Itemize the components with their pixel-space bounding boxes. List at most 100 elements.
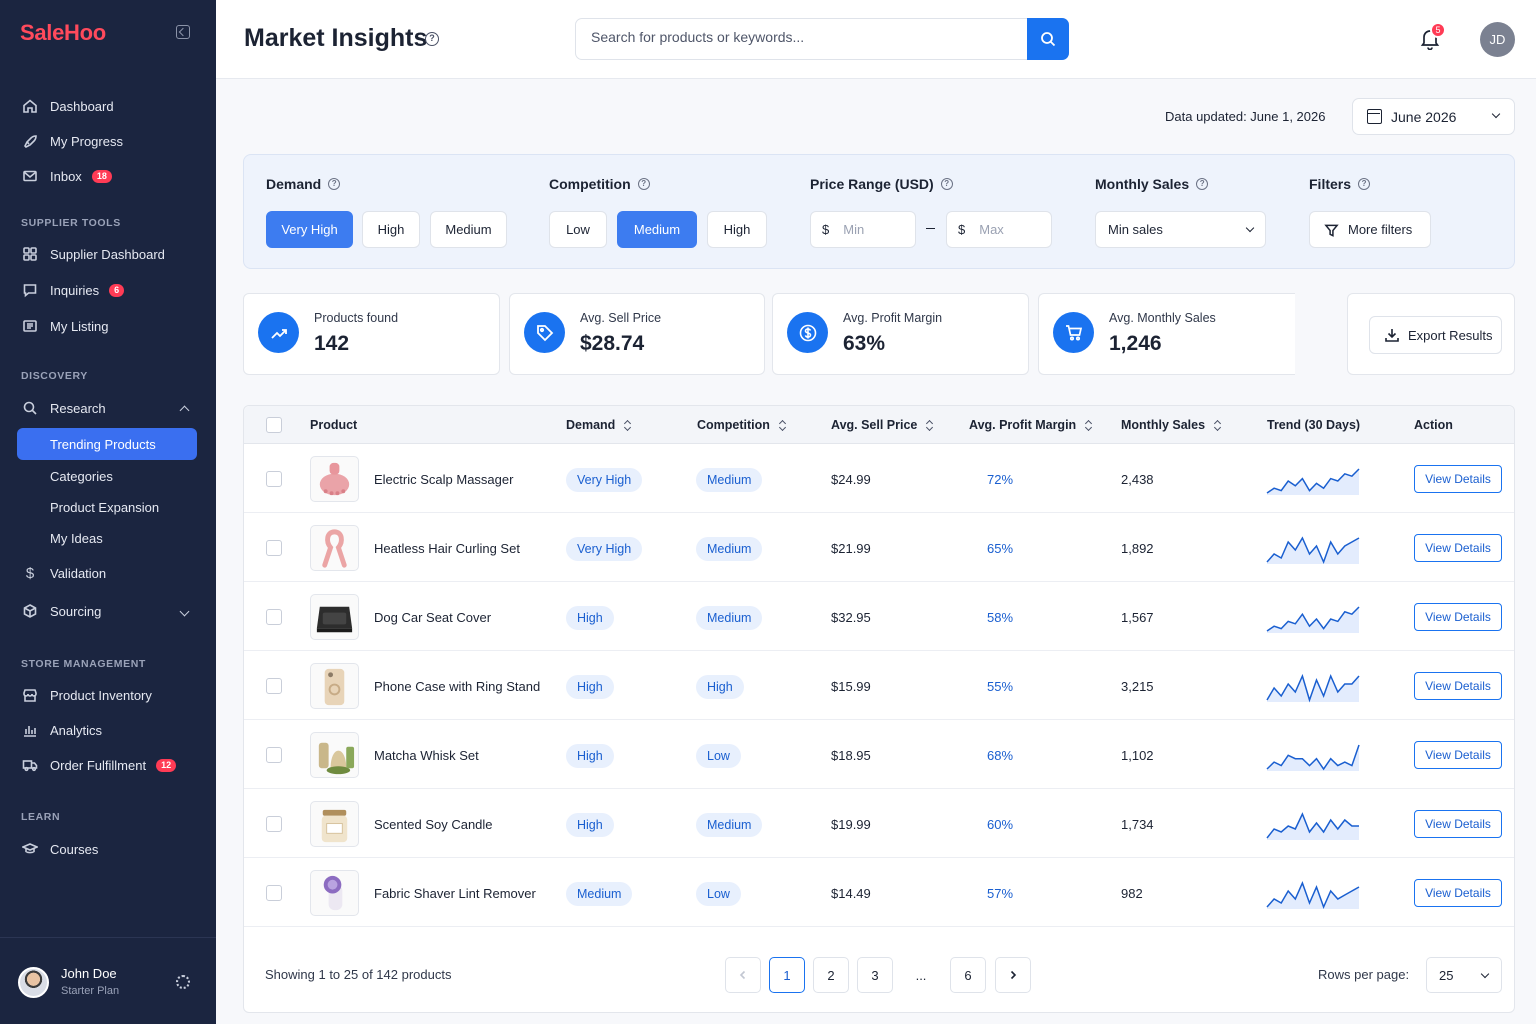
chevron-right-icon bbox=[1010, 970, 1017, 980]
row-checkbox[interactable] bbox=[266, 471, 282, 487]
help-icon[interactable]: ? bbox=[328, 178, 341, 190]
page-3-button[interactable]: 3 bbox=[857, 957, 893, 993]
view-details-button[interactable]: View Details bbox=[1414, 534, 1502, 562]
help-icon[interactable]: ? bbox=[425, 32, 439, 46]
nav-order-fulfillment[interactable]: Order Fulfillment 12 bbox=[16, 750, 198, 780]
nav-product-inventory[interactable]: Product Inventory bbox=[16, 680, 198, 710]
row-checkbox[interactable] bbox=[266, 747, 282, 763]
view-details-button[interactable]: View Details bbox=[1414, 603, 1502, 631]
nav-inquiries[interactable]: Inquiries 6 bbox=[16, 275, 198, 305]
export-results-button[interactable]: Export Results bbox=[1369, 316, 1502, 354]
user-profile[interactable]: John Doe Starter Plan bbox=[0, 937, 216, 1024]
nav-my-progress[interactable]: My Progress bbox=[16, 126, 198, 156]
page-1-button[interactable]: 1 bbox=[769, 957, 805, 993]
col-product: Product bbox=[310, 418, 357, 432]
col-avg-sell-price[interactable]: Avg. Sell Price bbox=[831, 418, 933, 432]
table-row[interactable]: Dog Car Seat Cover High Medium $32.95 58… bbox=[244, 582, 1514, 651]
box-icon bbox=[22, 603, 38, 619]
help-icon[interactable]: ? bbox=[1358, 178, 1371, 190]
search-button[interactable] bbox=[1027, 18, 1069, 60]
table-row[interactable]: Fabric Shaver Lint Remover Medium Low $1… bbox=[244, 858, 1514, 927]
row-checkbox[interactable] bbox=[266, 540, 282, 556]
trend-sparkline bbox=[1266, 468, 1360, 495]
currency-symbol: $ bbox=[958, 222, 966, 237]
row-checkbox[interactable] bbox=[266, 678, 282, 694]
demand-high-chip[interactable]: High bbox=[362, 211, 420, 248]
product-name[interactable]: Fabric Shaver Lint Remover bbox=[374, 886, 536, 901]
rows-per-page-select[interactable]: 25 bbox=[1426, 957, 1502, 993]
view-details-button[interactable]: View Details bbox=[1414, 465, 1502, 493]
more-filters-button[interactable]: More filters bbox=[1309, 211, 1431, 248]
col-avg-profit-margin[interactable]: Avg. Profit Margin bbox=[969, 418, 1092, 432]
nav-categories[interactable]: Categories bbox=[17, 460, 197, 492]
table-row[interactable]: Scented Soy Candle High Medium $19.99 60… bbox=[244, 789, 1514, 858]
price-max-field[interactable]: $ Max bbox=[946, 211, 1052, 248]
nav-label: Sourcing bbox=[50, 603, 102, 619]
nav-my-listing[interactable]: My Listing bbox=[16, 311, 198, 341]
view-details-button[interactable]: View Details bbox=[1414, 741, 1502, 769]
search-input[interactable] bbox=[591, 29, 1011, 45]
table-row[interactable]: Phone Case with Ring Stand High High $15… bbox=[244, 651, 1514, 720]
select-all-checkbox[interactable] bbox=[266, 417, 282, 433]
app-logo[interactable]: SaleHoo bbox=[20, 20, 106, 46]
avatar bbox=[18, 967, 49, 998]
help-icon[interactable]: ? bbox=[637, 178, 650, 190]
product-name[interactable]: Electric Scalp Massager bbox=[374, 472, 513, 487]
row-checkbox[interactable] bbox=[266, 816, 282, 832]
month-select[interactable]: June 2026 bbox=[1352, 98, 1515, 135]
competition-badge: Medium bbox=[696, 468, 763, 492]
min-sales-select[interactable]: Min sales bbox=[1095, 211, 1266, 248]
stat-label: Avg. Monthly Sales bbox=[1109, 311, 1216, 325]
view-details-button[interactable]: View Details bbox=[1414, 879, 1502, 907]
max-placeholder: Max bbox=[979, 222, 1004, 237]
product-name[interactable]: Phone Case with Ring Stand bbox=[374, 679, 540, 694]
nav-inbox[interactable]: Inbox 18 bbox=[16, 161, 198, 191]
product-name[interactable]: Heatless Hair Curling Set bbox=[374, 541, 520, 556]
nav-sourcing[interactable]: Sourcing bbox=[16, 596, 198, 626]
view-details-button[interactable]: View Details bbox=[1414, 810, 1502, 838]
trend-sparkline bbox=[1266, 536, 1360, 565]
help-icon[interactable]: ? bbox=[940, 178, 953, 190]
table-row[interactable]: Electric Scalp Massager Very High Medium… bbox=[244, 444, 1514, 513]
price-min-field[interactable]: $ Min bbox=[810, 211, 916, 248]
nav-research[interactable]: Research bbox=[16, 393, 198, 423]
rows-per-page-label: Rows per page: bbox=[1318, 967, 1410, 982]
gear-icon[interactable] bbox=[176, 975, 190, 989]
user-avatar[interactable]: JD bbox=[1480, 22, 1515, 57]
prev-page-button[interactable] bbox=[725, 957, 761, 993]
next-page-button[interactable] bbox=[995, 957, 1031, 993]
nav-product-expansion[interactable]: Product Expansion bbox=[17, 491, 197, 523]
col-monthly-sales[interactable]: Monthly Sales bbox=[1121, 418, 1221, 432]
product-name[interactable]: Matcha Whisk Set bbox=[374, 748, 479, 763]
nav-dashboard[interactable]: Dashboard bbox=[16, 91, 198, 121]
nav-my-ideas[interactable]: My Ideas bbox=[17, 522, 197, 554]
competition-low-chip[interactable]: Low bbox=[549, 211, 607, 248]
table-row[interactable]: Matcha Whisk Set High Low $18.95 68% 1,1… bbox=[244, 720, 1514, 789]
view-details-button[interactable]: View Details bbox=[1414, 672, 1502, 700]
competition-medium-chip[interactable]: Medium bbox=[617, 211, 697, 248]
col-label: Action bbox=[1414, 418, 1453, 432]
row-checkbox[interactable] bbox=[266, 885, 282, 901]
label-text: Monthly Sales bbox=[1095, 176, 1190, 192]
sort-icon bbox=[1214, 420, 1221, 431]
nav-analytics[interactable]: Analytics bbox=[16, 715, 198, 745]
product-name[interactable]: Scented Soy Candle bbox=[374, 817, 493, 832]
nav-label: Analytics bbox=[50, 722, 103, 738]
competition-high-chip[interactable]: High bbox=[707, 211, 767, 248]
page-2-button[interactable]: 2 bbox=[813, 957, 849, 993]
table-row[interactable]: Heatless Hair Curling Set Very High Medi… bbox=[244, 513, 1514, 582]
nav-courses[interactable]: Courses bbox=[16, 834, 198, 864]
page-6-button[interactable]: 6 bbox=[950, 957, 986, 993]
collapse-sidebar-icon[interactable] bbox=[176, 25, 190, 39]
nav-trending-products[interactable]: Trending Products bbox=[17, 428, 197, 460]
col-competition[interactable]: Competition bbox=[697, 418, 786, 432]
section-supplier-tools: SUPPLIER TOOLS bbox=[21, 217, 121, 229]
demand-very-high-chip[interactable]: Very High bbox=[266, 211, 353, 248]
row-checkbox[interactable] bbox=[266, 609, 282, 625]
help-icon[interactable]: ? bbox=[1196, 178, 1209, 190]
product-name[interactable]: Dog Car Seat Cover bbox=[374, 610, 491, 625]
demand-medium-chip[interactable]: Medium bbox=[430, 211, 507, 248]
nav-validation[interactable]: $ Validation bbox=[16, 558, 198, 588]
col-demand[interactable]: Demand bbox=[566, 418, 631, 432]
nav-supplier-dashboard[interactable]: Supplier Dashboard bbox=[16, 239, 198, 269]
